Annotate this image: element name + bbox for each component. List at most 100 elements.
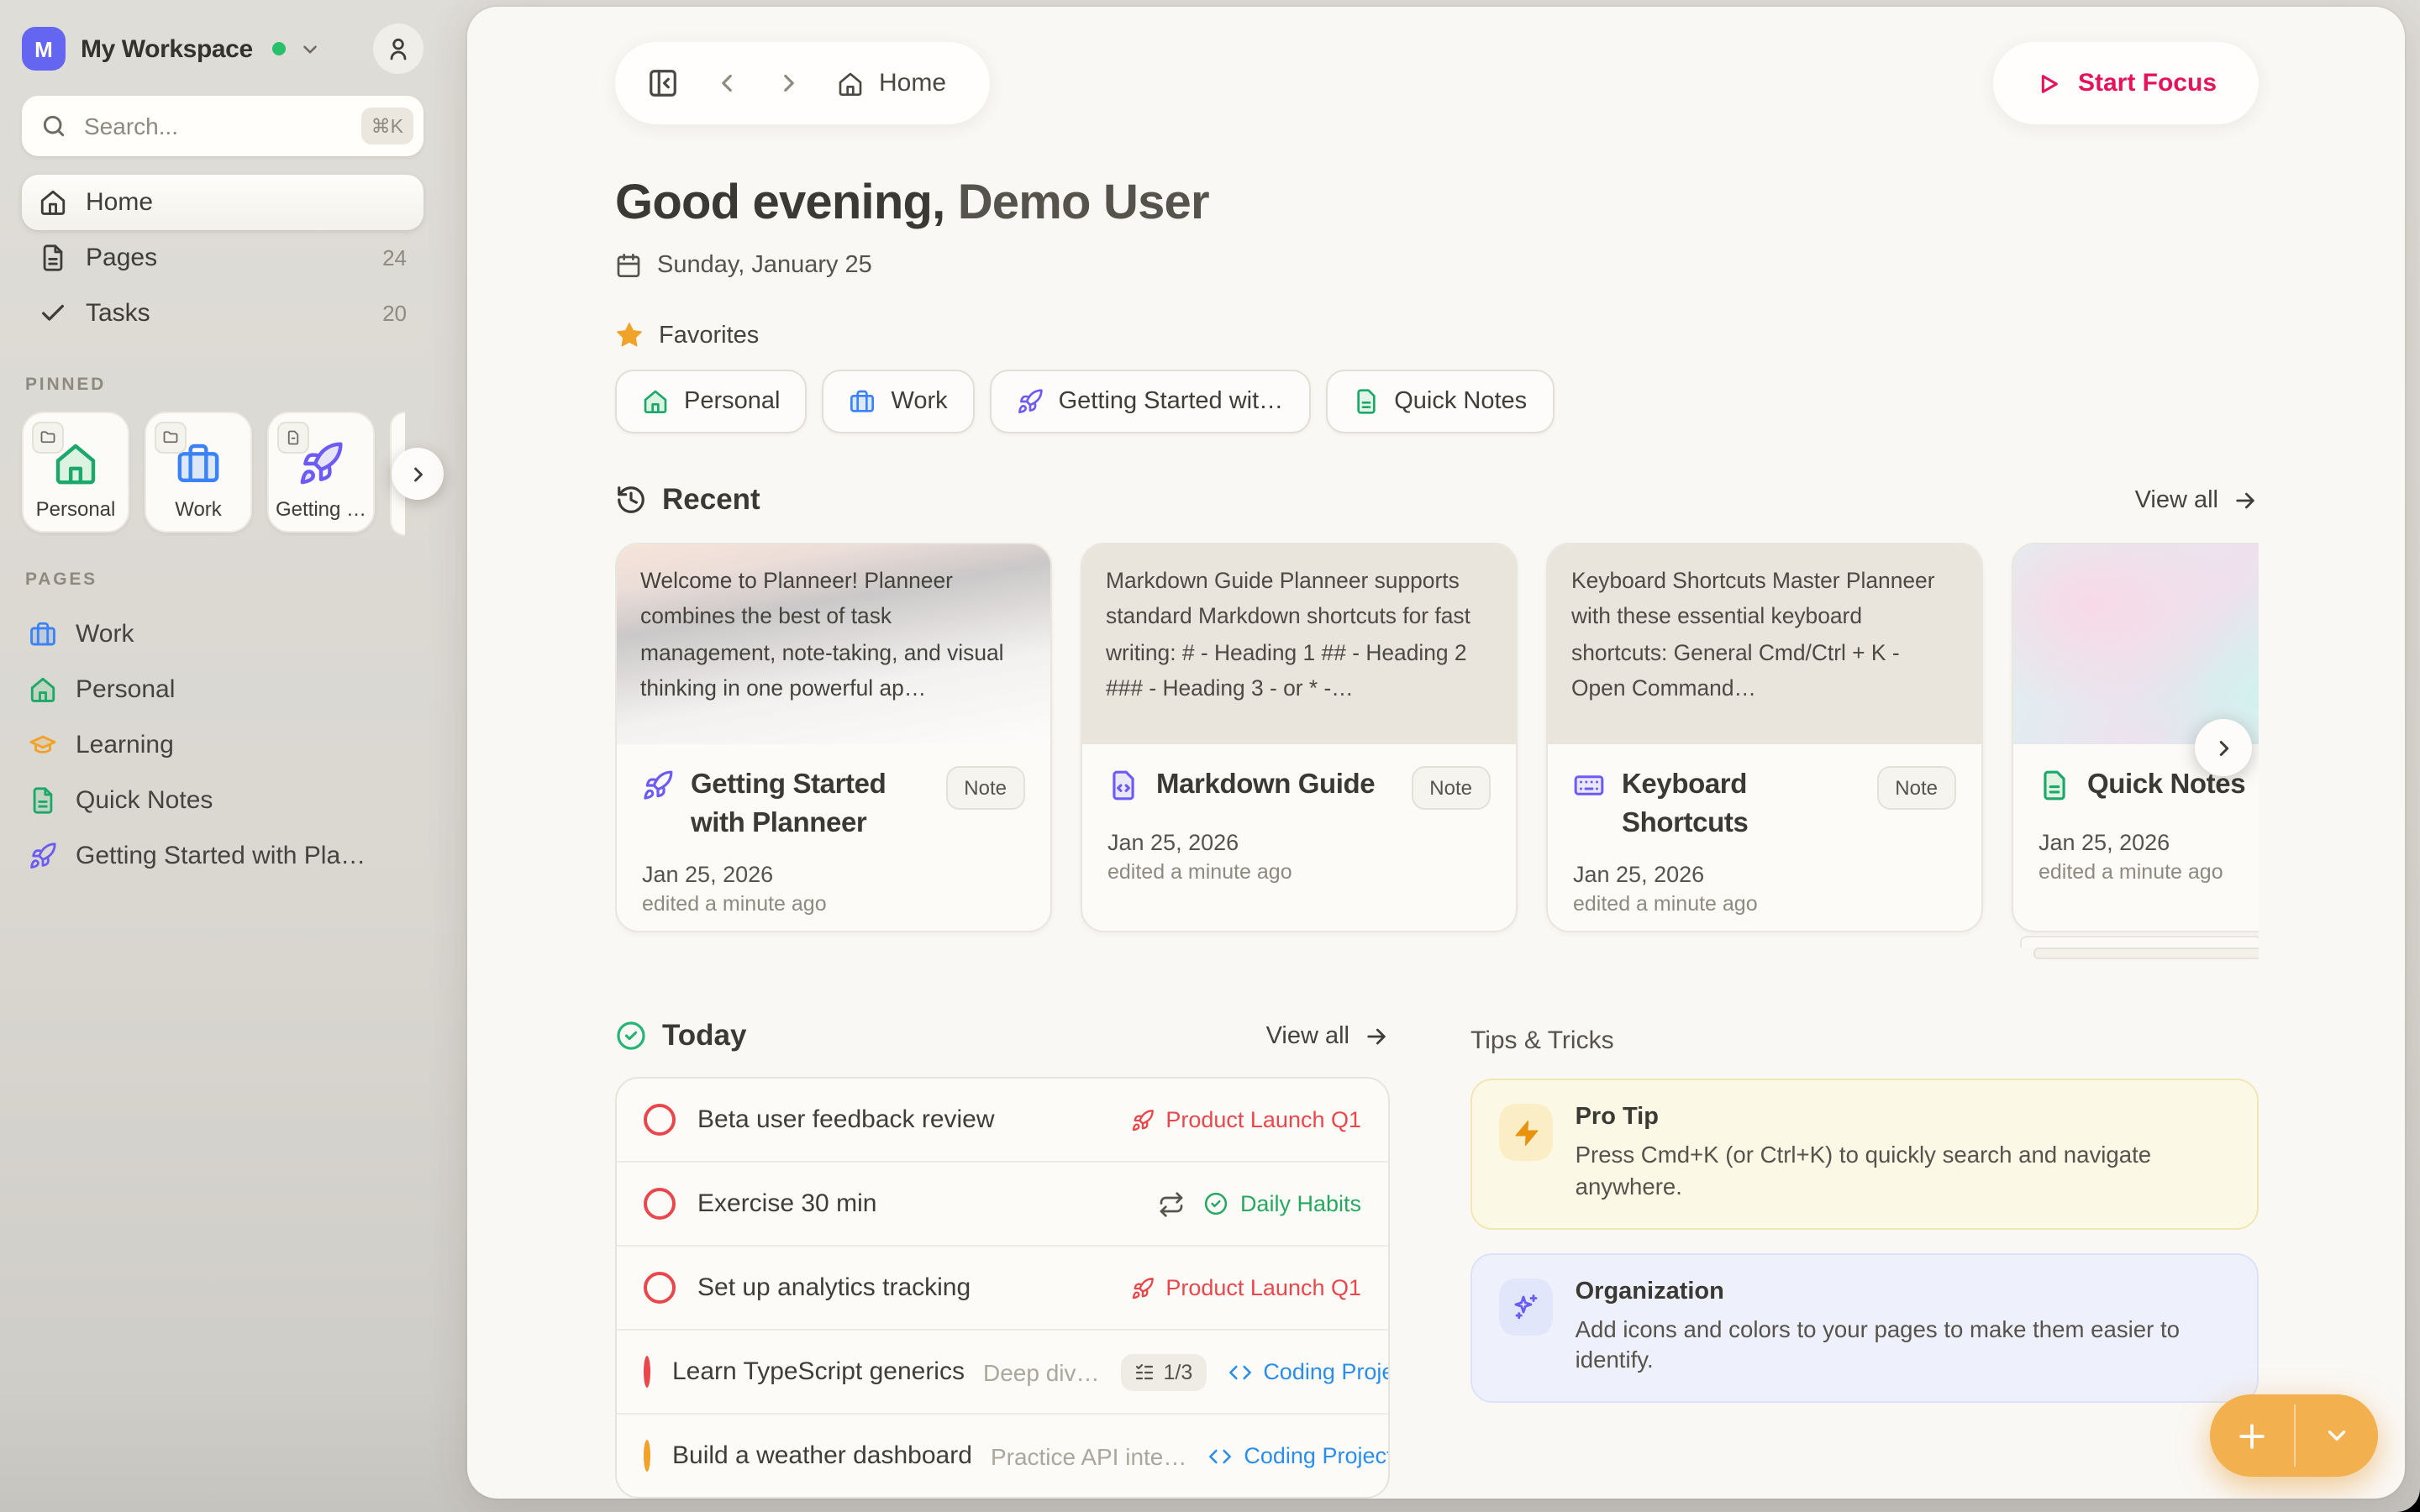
forward-icon[interactable] bbox=[775, 69, 803, 97]
task-checkbox[interactable] bbox=[644, 1441, 650, 1473]
sidebar-item-home[interactable]: Home bbox=[22, 175, 424, 230]
sidebar-page-personal[interactable]: Personal bbox=[22, 662, 424, 717]
arrow-right-icon bbox=[1363, 1023, 1390, 1050]
pages-count: 24 bbox=[382, 245, 407, 270]
task-project[interactable]: Product Launch Q1 bbox=[1130, 1108, 1361, 1133]
user-avatar[interactable] bbox=[373, 24, 424, 74]
back-icon[interactable] bbox=[713, 69, 741, 97]
recent-cards-carousel: Welcome to Planneer! Planneer combines t… bbox=[615, 543, 2259, 967]
rocket-icon bbox=[29, 842, 57, 870]
breadcrumb[interactable]: Home bbox=[837, 69, 946, 97]
sidebar-page-getting-started[interactable]: Getting Started with Pla… bbox=[22, 828, 424, 884]
collapse-sidebar-icon[interactable] bbox=[647, 67, 679, 99]
card-edited: edited a minute ago bbox=[1107, 861, 1491, 885]
add-button[interactable] bbox=[2210, 1394, 2293, 1477]
sidebar-page-work[interactable]: Work bbox=[22, 606, 424, 662]
keyboard-icon bbox=[1573, 770, 1605, 802]
search-input[interactable] bbox=[81, 111, 361, 141]
search-shortcut: ⌘K bbox=[361, 108, 413, 144]
task-project[interactable]: Coding Projects bbox=[1228, 1360, 1390, 1385]
workspace-name[interactable]: My Workspace bbox=[81, 34, 253, 63]
favorite-chip-getting-started[interactable]: Getting Started wit… bbox=[990, 370, 1311, 434]
task-checkbox[interactable] bbox=[644, 1357, 650, 1389]
pinned-card-personal[interactable]: Personal bbox=[22, 412, 129, 533]
file-code-icon bbox=[1107, 770, 1139, 802]
workspace-logo[interactable]: M bbox=[22, 27, 66, 71]
rocket-icon bbox=[1130, 1109, 1154, 1132]
workspace-chevron-down-icon[interactable] bbox=[300, 38, 322, 60]
sidebar-item-tasks[interactable]: Tasks 20 bbox=[22, 286, 424, 341]
date-row: Sunday, January 25 bbox=[615, 253, 2259, 280]
task-checkbox[interactable] bbox=[644, 1273, 676, 1305]
task-project[interactable]: Product Launch Q1 bbox=[1130, 1276, 1361, 1301]
checklist-icon bbox=[1135, 1362, 1155, 1383]
folder-icon bbox=[32, 422, 64, 454]
file-text-icon bbox=[29, 786, 57, 815]
task-row[interactable]: Set up analytics tracking Product Launch… bbox=[617, 1246, 1388, 1330]
chip-label: Getting Started wit… bbox=[1059, 389, 1284, 416]
card-preview-image: Welcome to Planneer! Planneer combines t… bbox=[617, 545, 1050, 745]
check-icon bbox=[39, 299, 67, 328]
project-label: Coding Projects bbox=[1244, 1444, 1390, 1469]
project-label: Product Launch Q1 bbox=[1165, 1276, 1361, 1301]
subtask-progress-badge: 1/3 bbox=[1122, 1354, 1207, 1391]
pinned-section-label: PINNED bbox=[25, 375, 424, 395]
file-text-icon bbox=[2039, 770, 2070, 802]
recent-card-keyboard-shortcuts[interactable]: Keyboard Shortcuts Master Planneer with … bbox=[1546, 543, 1983, 933]
pinned-cards: Personal Work Getting … bbox=[22, 412, 424, 536]
recent-card-getting-started[interactable]: Welcome to Planneer! Planneer combines t… bbox=[615, 543, 1052, 933]
page-title: Good evening, Demo User bbox=[615, 173, 2259, 234]
sidebar-page-learning[interactable]: Learning bbox=[22, 717, 424, 773]
project-label: Product Launch Q1 bbox=[1165, 1108, 1361, 1133]
user-name: Demo User bbox=[944, 176, 1208, 230]
task-project[interactable]: Daily Habits bbox=[1158, 1191, 1361, 1218]
recent-card-markdown-guide[interactable]: Markdown Guide Planneer supports standar… bbox=[1081, 543, 1518, 933]
task-project[interactable]: Coding Projects bbox=[1208, 1444, 1390, 1469]
pages-section-label: PAGES bbox=[25, 570, 424, 590]
sidebar-item-label: Home bbox=[86, 188, 153, 217]
favorite-chip-quick-notes[interactable]: Quick Notes bbox=[1325, 370, 1554, 434]
task-row[interactable]: Build a weather dashboard Practice API i… bbox=[617, 1414, 1388, 1498]
card-edited: edited a minute ago bbox=[2039, 861, 2259, 885]
recent-scroll-right-button[interactable] bbox=[2195, 720, 2252, 777]
create-options-button[interactable] bbox=[2295, 1394, 2378, 1477]
card-edited: edited a minute ago bbox=[1573, 892, 1956, 916]
pinned-card-label: Personal bbox=[36, 497, 116, 521]
task-row[interactable]: Exercise 30 min Daily Habits bbox=[617, 1162, 1388, 1246]
task-checkbox[interactable] bbox=[644, 1105, 676, 1137]
planneer-app: M My Workspace ⌘K Home Pages 24 bbox=[0, 0, 2420, 1512]
lightning-icon bbox=[1499, 1105, 1554, 1162]
task-row[interactable]: Learn TypeScript generics Deep div… 1/3 … bbox=[617, 1330, 1388, 1414]
pages-list: Work Personal Learning Quick Notes Getti… bbox=[22, 606, 424, 884]
note-badge: Note bbox=[945, 767, 1025, 811]
person-icon bbox=[385, 35, 412, 62]
search-bar[interactable]: ⌘K bbox=[22, 96, 424, 156]
pinned-card-getting-started[interactable]: Getting … bbox=[267, 412, 375, 533]
today-view-all[interactable]: View all bbox=[1266, 1023, 1390, 1050]
task-subtitle: Practice API inte… bbox=[991, 1443, 1186, 1470]
create-button-group bbox=[2210, 1394, 2378, 1477]
recent-header: Recent View all bbox=[615, 483, 2259, 518]
pinned-card-work[interactable]: Work bbox=[145, 412, 252, 533]
folder-icon bbox=[155, 422, 187, 454]
code-icon bbox=[1228, 1361, 1251, 1384]
favorite-chip-personal[interactable]: Personal bbox=[615, 370, 807, 434]
rocket-icon bbox=[1017, 389, 1044, 416]
today-title: Today bbox=[662, 1019, 747, 1054]
graduation-cap-icon bbox=[29, 731, 57, 759]
pinned-card-label: Work bbox=[175, 497, 222, 521]
pinned-scroll-right-button[interactable] bbox=[392, 448, 444, 500]
online-status-dot bbox=[273, 42, 287, 55]
sidebar-item-pages[interactable]: Pages 24 bbox=[22, 230, 424, 286]
recent-view-all[interactable]: View all bbox=[2135, 487, 2259, 514]
sparkles-icon bbox=[1499, 1278, 1554, 1335]
card-stack-layer bbox=[2033, 948, 2259, 960]
task-title: Beta user feedback review bbox=[697, 1106, 995, 1135]
card-date: Jan 25, 2026 bbox=[2039, 831, 2259, 856]
start-focus-button[interactable]: Start Focus bbox=[1994, 42, 2259, 124]
task-checkbox[interactable] bbox=[644, 1189, 676, 1221]
task-row[interactable]: Beta user feedback review Product Launch… bbox=[617, 1079, 1388, 1162]
favorite-chip-work[interactable]: Work bbox=[822, 370, 974, 434]
home-icon bbox=[29, 675, 57, 704]
sidebar-page-quick-notes[interactable]: Quick Notes bbox=[22, 773, 424, 828]
